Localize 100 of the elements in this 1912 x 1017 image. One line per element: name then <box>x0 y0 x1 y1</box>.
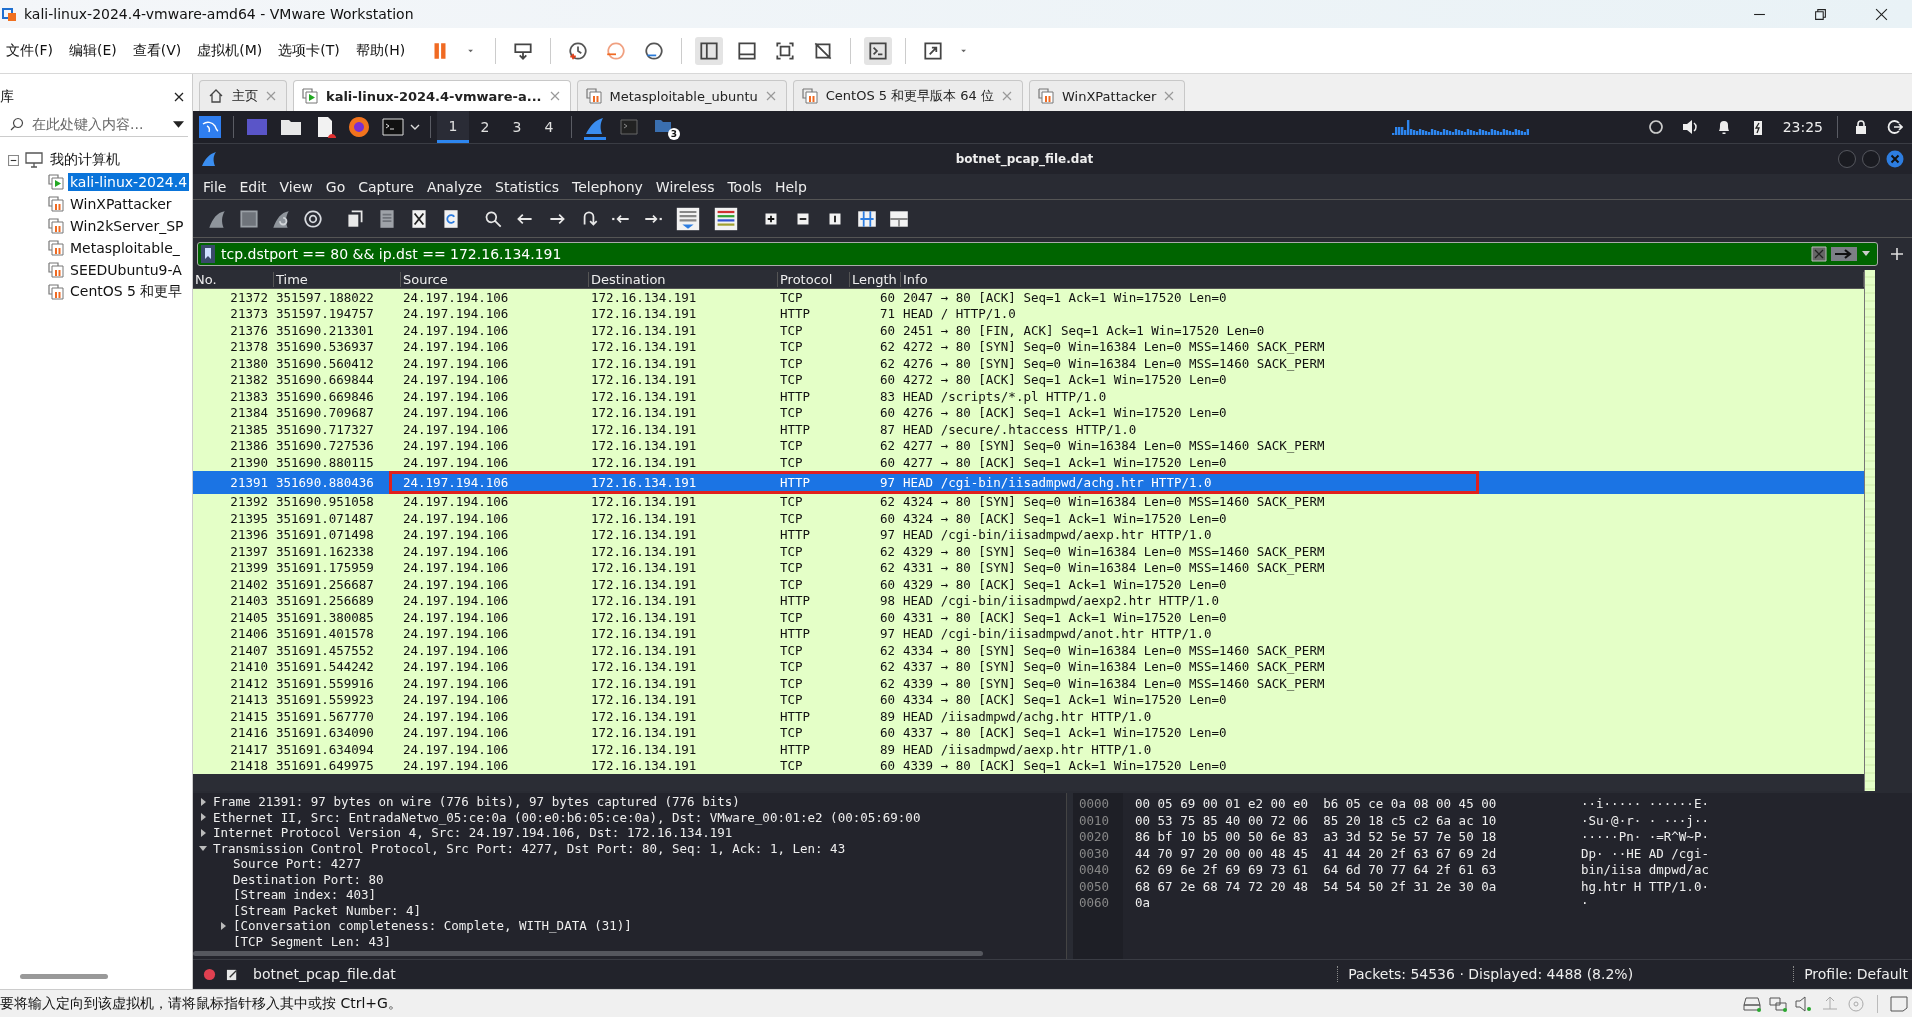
close-icon[interactable] <box>1875 7 1888 21</box>
tree-item[interactable]: Metasploitable_ <box>68 239 182 257</box>
display-filter-field[interactable]: tcp.dstport == 80 && ip.dst == 172.16.134.191 <box>197 242 1878 266</box>
add-icon[interactable] <box>1890 247 1904 261</box>
menu-item[interactable]: Statistics <box>495 178 560 195</box>
menu-item[interactable]: 虚拟机(M) <box>197 41 263 60</box>
tab[interactable]: 主页 <box>199 80 287 111</box>
collapsed-arrow-icon[interactable] <box>219 921 227 930</box>
scrollbar[interactable] <box>193 951 983 956</box>
collapsed-arrow-icon[interactable] <box>199 828 207 837</box>
expanded-arrow-icon[interactable] <box>199 844 207 853</box>
tree-item[interactable]: 我的计算机 <box>48 150 122 170</box>
column-header[interactable]: Destination <box>589 271 778 287</box>
packet-row[interactable]: 21412 351691.559916 24.197.194.106 172.16.134.191 TCP 62 4339 → 80 [SYN] Seq=0 Win=16384 Len=0 MSS=1460 SACK_PERM <box>193 675 1864 692</box>
collapse-icon[interactable] <box>8 154 19 166</box>
workspace-button[interactable]: 4 <box>533 111 565 143</box>
packet-row[interactable]: 21376 351690.213301 24.197.194.106 172.16.134.191 TCP 60 2451 → 80 [FIN, ACK] Seq=1 Ack=1 Win=17520 Len=0 <box>193 322 1864 339</box>
profile-label[interactable]: Profile: Default <box>1793 966 1908 982</box>
column-header[interactable]: Protocol <box>778 271 850 287</box>
browser-icon[interactable] <box>348 116 370 138</box>
packet-row[interactable]: 21407 351691.457552 24.197.194.106 172.16.134.191 TCP 62 4334 → 80 [SYN] Seq=0 Win=16384 Len=0 MSS=1460 SACK_PERM <box>193 642 1864 659</box>
packet-row[interactable]: 21395 351691.071487 24.197.194.106 172.16.134.191 TCP 60 4324 → 80 [ACK] Seq=1 Ack=1 Win=17520 Len=0 <box>193 510 1864 527</box>
menu-item[interactable]: 选项卡(T) <box>278 41 340 60</box>
packet-row[interactable]: 21390 351690.880115 24.197.194.106 172.16.134.191 TCP 60 4277 → 80 [ACK] Seq=1 Ack=1 Win=17520 Len=0 <box>193 454 1864 471</box>
tree-item[interactable]: kali-linux-2024.4 <box>68 173 190 191</box>
caret-icon[interactable] <box>410 122 420 132</box>
tab[interactable]: WinXPattacker <box>1029 80 1186 111</box>
terminal-icon[interactable] <box>864 36 893 65</box>
clear-icon[interactable] <box>1811 246 1827 262</box>
stop-icon[interactable] <box>238 207 260 230</box>
packet-row[interactable]: 21417 351691.634094 24.197.194.106 172.16.134.191 HTTP 89 HEAD /iisadmpwd/aexp.htr HTTP/1.0 <box>193 741 1864 758</box>
detail-line[interactable]: [TCP Segment Len: 43] <box>233 933 392 949</box>
column-header[interactable]: Source <box>401 271 589 287</box>
menu-item[interactable]: Telephony <box>572 178 643 195</box>
column-header[interactable]: Length <box>850 271 901 287</box>
packet-row[interactable]: 21415 351691.567770 24.197.194.106 172.16.134.191 HTTP 89 HEAD /iisadmpwd/achg.htr HTTP/1.0 <box>193 708 1864 725</box>
menu-item[interactable]: Go <box>325 178 346 195</box>
menu-item[interactable]: Edit <box>239 178 267 195</box>
menu-item[interactable]: View <box>279 178 313 195</box>
volume-icon[interactable] <box>1681 119 1698 135</box>
detail-line[interactable]: [Stream Packet Number: 4] <box>233 902 422 918</box>
edit-comment-icon[interactable] <box>226 967 239 981</box>
search-field[interactable]: 在此处键入内容... <box>0 112 188 137</box>
restore-icon[interactable] <box>1814 7 1827 21</box>
menu-item[interactable]: Analyze <box>426 178 483 195</box>
workspace-button[interactable]: 2 <box>469 111 501 143</box>
menu-item[interactable]: Help <box>774 178 807 195</box>
detail-line[interactable]: Transmission Control Protocol, Src Port: 4277, Dst Port: 80, Seq: 1, Ack: 1, Len: 43 <box>213 840 846 856</box>
packet-minimap[interactable] <box>1864 270 1875 791</box>
sound-icon[interactable] <box>1794 995 1814 1012</box>
tree-item[interactable]: CentOS 5 和更早 <box>68 282 185 302</box>
detail-line[interactable]: [Stream index: 403] <box>233 887 376 903</box>
detail-line[interactable]: Internet Protocol Version 4, Src: 24.197.194.106, Dst: 172.16.134.191 <box>213 825 733 841</box>
clock[interactable]: 23:25 <box>1782 119 1823 135</box>
menu-item[interactable]: Tools <box>727 178 762 195</box>
collapsed-arrow-icon[interactable] <box>199 797 207 806</box>
collapsed-arrow-icon[interactable] <box>199 813 207 822</box>
workspace-button[interactable]: 3 <box>501 111 533 143</box>
settings-icon[interactable] <box>302 207 324 230</box>
tab[interactable]: kali-linux-2024.4-vmware-a... <box>293 80 571 111</box>
detail-line[interactable]: Source Port: 4277 <box>233 856 361 872</box>
detail-line[interactable]: Frame 21391: 97 bytes on wire (776 bits), 97 bytes captured (776 bits) <box>213 794 740 810</box>
menu-item[interactable]: 帮助(H) <box>355 41 406 60</box>
tree-item[interactable]: Win2kServer_SP <box>68 217 186 235</box>
packet-row[interactable]: 21402 351691.256687 24.197.194.106 172.16.134.191 TCP 60 4329 → 80 [ACK] Seq=1 Ack=1 Win=17520 Len=0 <box>193 576 1864 593</box>
sidebar-view-icon[interactable] <box>695 36 724 65</box>
column-header[interactable]: No. <box>193 271 274 287</box>
tab[interactable]: Metasploitable_ubuntu <box>576 80 787 111</box>
column-header[interactable]: Time <box>274 271 401 287</box>
packet-row[interactable]: 21385 351690.717327 24.197.194.106 172.16.134.191 HTTP 87 HEAD /secure/.htaccess HTTP/1.0 <box>193 421 1864 438</box>
packet-row[interactable]: 21372 351597.188022 24.197.194.106 172.16.134.191 TCP 60 2047 → 80 [ACK] Seq=1 Ack=1 Win=17520 Len=0 <box>193 289 1864 306</box>
menu-item[interactable]: 编辑(E) <box>69 41 117 60</box>
menu-item[interactable]: Wireless <box>655 178 715 195</box>
packet-row[interactable]: 21391 351690.880436 24.197.194.106 172.16.134.191 HTTP 97 HEAD /cgi-bin/iisadmpwd/achg.htr HTTP/1.0 <box>193 470 1864 494</box>
packet-row[interactable]: 21380 351690.560412 24.197.194.106 172.16.134.191 TCP 62 4276 → 80 [SYN] Seq=0 Win=16384 Len=0 MSS=1460 SACK_PERM <box>193 355 1864 372</box>
tab[interactable]: CentOS 5 和更早版本 64 位 <box>792 80 1023 111</box>
tree-item[interactable]: SEEDUbuntu9-A <box>68 261 184 279</box>
network-adapter-icon[interactable] <box>1768 995 1788 1012</box>
detail-line[interactable]: [Conversation completeness: Complete, WITH_DATA (31)] <box>233 918 632 934</box>
logout-icon[interactable] <box>1887 119 1903 135</box>
tree-item[interactable]: WinXPattacker <box>68 195 174 213</box>
menu-item[interactable]: 文件(F) <box>6 41 53 60</box>
detail-line[interactable]: Destination Port: 80 <box>233 871 384 887</box>
terminal-icon[interactable] <box>382 116 404 138</box>
bookmark-icon[interactable] <box>201 245 215 263</box>
workspace-icon[interactable] <box>246 116 268 138</box>
dropdown-arrow-icon[interactable] <box>173 120 184 128</box>
lock-icon[interactable] <box>1853 119 1869 135</box>
menu-item[interactable]: File <box>203 178 227 195</box>
workspace-button[interactable]: 1 <box>437 111 469 143</box>
kali-menu-icon[interactable] <box>199 116 221 138</box>
packet-row[interactable]: 21405 351691.380085 24.197.194.106 172.16.134.191 TCP 60 4331 → 80 [ACK] Seq=1 Ack=1 Win=17520 Len=0 <box>193 609 1864 626</box>
menu-item[interactable]: Capture <box>358 178 414 195</box>
packet-row[interactable]: 21383 351690.669846 24.197.194.106 172.16.134.191 HTTP 83 HEAD /scripts/*.pl HTTP/1.0 <box>193 388 1864 405</box>
close-icon[interactable] <box>174 92 184 102</box>
message-icon[interactable] <box>1889 995 1909 1012</box>
detail-line[interactable]: Ethernet II, Src: EntradaNetwo_05:ce:0a (00:e0:b6:05:ce:0a), Dst: VMware_00:01:e2 (00:05:69:00 <box>213 809 921 825</box>
menu-item[interactable]: 查看(V) <box>132 41 182 60</box>
scrollbar[interactable] <box>20 973 108 979</box>
packet-row[interactable]: 21397 351691.162338 24.197.194.106 172.16.134.191 TCP 62 4329 → 80 [SYN] Seq=0 Win=16384 Len=0 MSS=1460 SACK_PERM <box>193 543 1864 560</box>
